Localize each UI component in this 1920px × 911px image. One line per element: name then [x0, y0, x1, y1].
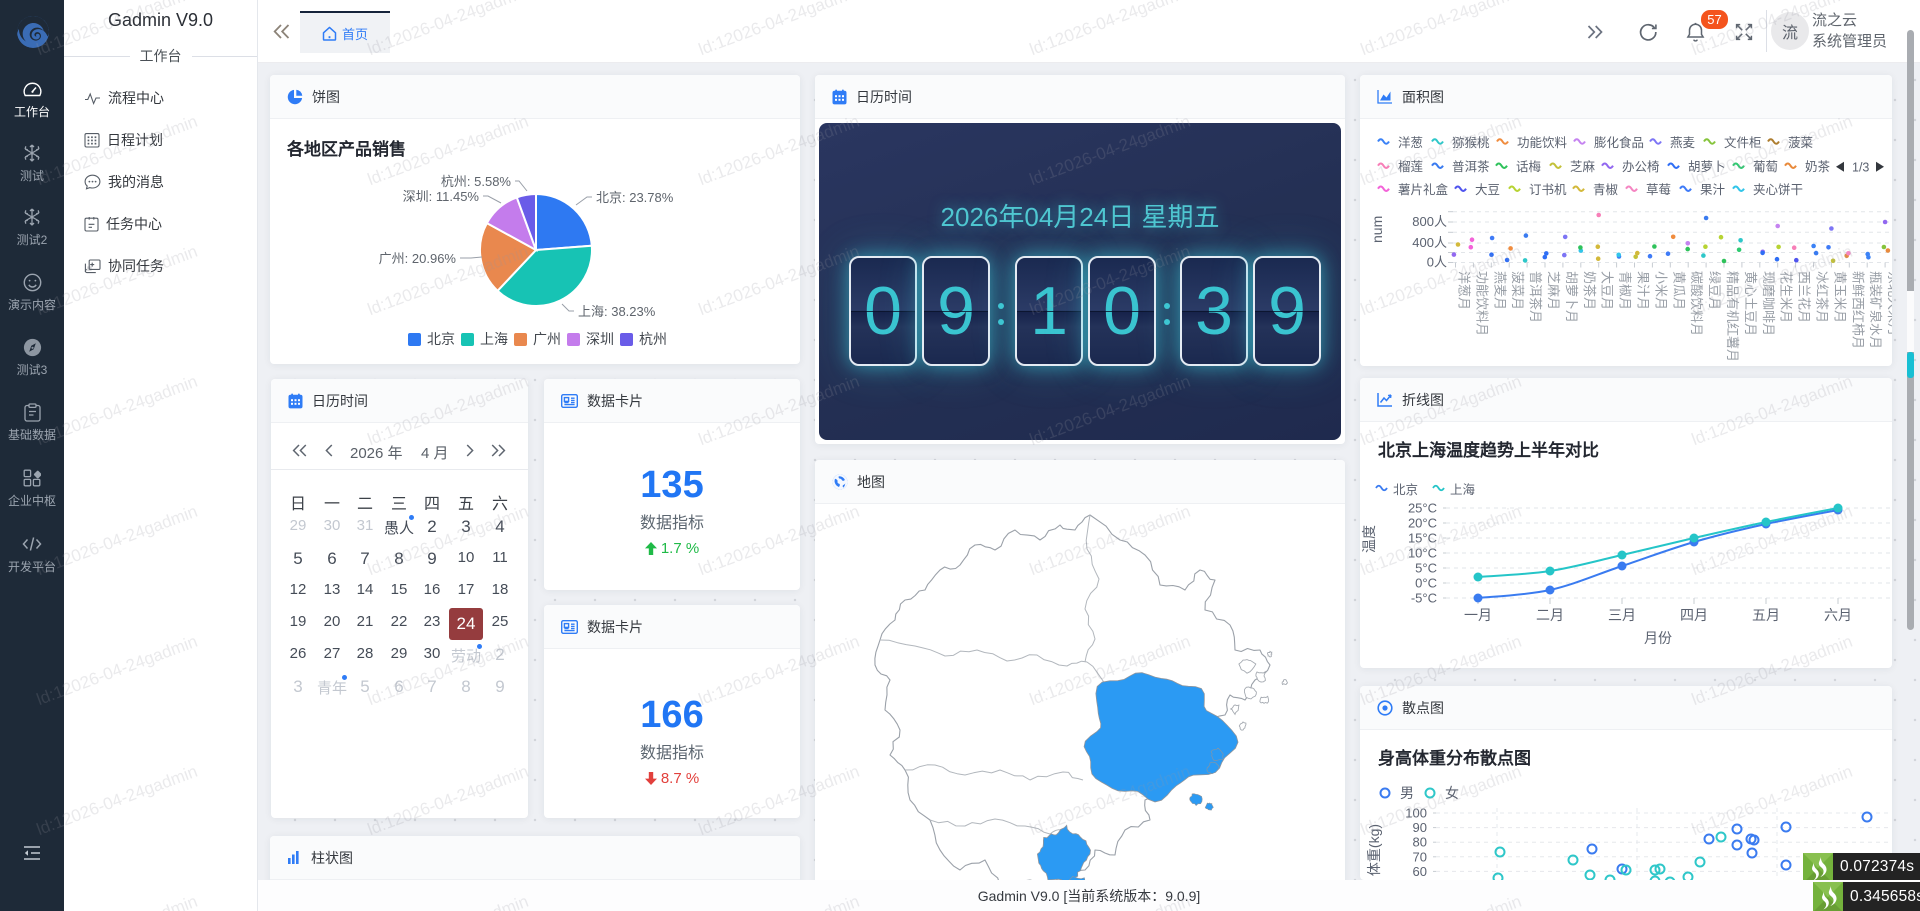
svg-text:25°C: 25°C: [1408, 501, 1437, 516]
svg-text:一月: 一月: [1464, 607, 1492, 623]
svg-text:深圳: 深圳: [586, 331, 614, 347]
svg-text:10°C: 10°C: [1408, 546, 1437, 561]
svg-text:果汁: 果汁: [1700, 183, 1726, 197]
svg-text:菠菜: 菠菜: [1788, 136, 1814, 150]
svg-text:二月: 二月: [1536, 607, 1564, 623]
svg-text:榴莲: 榴莲: [1398, 160, 1424, 174]
svg-text:办公椅: 办公椅: [1622, 159, 1660, 174]
svg-text:小米月: 小米月: [1653, 271, 1668, 310]
svg-text:70: 70: [1413, 849, 1427, 864]
svg-text:男: 男: [1400, 785, 1414, 801]
svg-text:燕麦: 燕麦: [1670, 136, 1696, 150]
svg-text:夹心饼干: 夹心饼干: [1753, 183, 1803, 197]
svg-text:碳酸饮料月: 碳酸饮料月: [1689, 271, 1704, 336]
svg-text:果汁月: 果汁月: [1636, 271, 1651, 310]
svg-text:草莓: 草莓: [1646, 183, 1671, 197]
svg-text:青椒: 青椒: [1593, 183, 1619, 197]
svg-text:菠菜月: 菠菜月: [1510, 271, 1525, 310]
svg-text:黄玉米月: 黄玉米月: [1832, 271, 1847, 323]
svg-text:黄瓜月: 黄瓜月: [1671, 271, 1686, 310]
svg-text:月份: 月份: [1644, 630, 1672, 646]
svg-text:奶茶月: 奶茶月: [1582, 271, 1597, 310]
svg-text:洋葱月: 洋葱月: [1457, 271, 1472, 310]
svg-text:400人: 400人: [1412, 235, 1447, 250]
svg-text:现磨咖啡月: 现磨咖啡月: [1761, 271, 1776, 336]
svg-text:西兰花月: 西兰花月: [1797, 271, 1812, 323]
svg-text:薯片礼盒: 薯片礼盒: [1398, 182, 1449, 197]
svg-text:瓶装矿泉水月: 瓶装矿泉水月: [1868, 271, 1883, 349]
svg-text:北京上海温度趋势上半年对比: 北京上海温度趋势上半年对比: [1378, 440, 1599, 460]
svg-text:芝麻: 芝麻: [1570, 159, 1596, 174]
svg-text:文件柜: 文件柜: [1724, 135, 1762, 150]
svg-text:新鲜西红柿月: 新鲜西红柿月: [1850, 271, 1865, 349]
svg-text:800人: 800人: [1412, 214, 1447, 229]
svg-text:杭州: 杭州: [639, 331, 667, 347]
svg-text:60: 60: [1413, 864, 1427, 879]
svg-text:绿豆月: 绿豆月: [1707, 271, 1722, 310]
svg-text:-5°C: -5°C: [1411, 591, 1437, 606]
svg-text:普洱茶: 普洱茶: [1452, 159, 1490, 174]
svg-text:100: 100: [1405, 806, 1427, 821]
svg-text:东北大米月: 东北大米月: [1886, 271, 1892, 336]
svg-text:15°C: 15°C: [1408, 531, 1437, 546]
svg-text:四月: 四月: [1680, 607, 1708, 623]
svg-text:大豆月: 大豆月: [1600, 271, 1615, 310]
svg-text:广州: 20.96%: 广州: 20.96%: [379, 251, 457, 266]
svg-text:奶茶: 奶茶: [1805, 159, 1831, 174]
svg-text:功能饮料: 功能饮料: [1517, 136, 1568, 150]
svg-text:订书机: 订书机: [1529, 183, 1567, 197]
svg-text:芝麻月: 芝麻月: [1546, 271, 1561, 310]
svg-text:20°C: 20°C: [1408, 516, 1437, 531]
svg-text:话梅: 话梅: [1516, 159, 1541, 174]
svg-text:5°C: 5°C: [1415, 561, 1437, 576]
svg-text:五月: 五月: [1752, 607, 1780, 623]
svg-text:精品有机红薯月: 精品有机红薯月: [1725, 271, 1740, 362]
svg-text:80: 80: [1413, 835, 1427, 850]
svg-text:胡萝卜: 胡萝卜: [1688, 160, 1726, 174]
svg-text:膨化食品: 膨化食品: [1594, 135, 1644, 150]
svg-text:三月: 三月: [1608, 607, 1636, 623]
svg-text:大豆: 大豆: [1475, 183, 1500, 197]
svg-text:胡萝卜月: 胡萝卜月: [1564, 271, 1579, 323]
svg-text:上海: 38.23%: 上海: 38.23%: [578, 304, 656, 319]
svg-text:num: num: [1369, 216, 1385, 243]
svg-text:杭州: 5.58%: 杭州: 5.58%: [441, 174, 512, 189]
svg-text:90: 90: [1413, 820, 1427, 835]
svg-text:深圳: 11.45%: 深圳: 11.45%: [403, 189, 480, 204]
svg-text:温度: 温度: [1361, 525, 1377, 553]
svg-text:功能饮料月: 功能饮料月: [1474, 271, 1489, 336]
svg-text:北京: 23.78%: 北京: 23.78%: [596, 190, 674, 205]
svg-text:猕猴桃: 猕猴桃: [1452, 135, 1490, 150]
svg-text:花生米月: 花生米月: [1779, 271, 1794, 323]
svg-text:0°C: 0°C: [1415, 576, 1437, 591]
svg-text:葡萄: 葡萄: [1753, 160, 1778, 174]
svg-text:燕麦月: 燕麦月: [1492, 271, 1507, 310]
svg-text:洋葱: 洋葱: [1398, 135, 1423, 150]
svg-text:上海: 上海: [1450, 482, 1476, 497]
svg-text:体重(kg): 体重(kg): [1366, 824, 1382, 876]
svg-text:上海: 上海: [480, 331, 508, 347]
svg-text:女: 女: [1445, 785, 1459, 801]
svg-text:北京: 北京: [427, 331, 455, 347]
svg-text:0人: 0人: [1427, 255, 1447, 270]
svg-text:普洱茶月: 普洱茶月: [1528, 271, 1543, 323]
svg-text:六月: 六月: [1824, 607, 1852, 623]
svg-text:黄心土豆月: 黄心土豆月: [1743, 271, 1758, 336]
svg-text:冰红茶月: 冰红茶月: [1815, 271, 1830, 323]
svg-text:1/3: 1/3: [1852, 161, 1869, 175]
svg-text:青椒月: 青椒月: [1618, 271, 1633, 310]
svg-text:广州: 广州: [533, 331, 561, 347]
svg-text:北京: 北京: [1393, 483, 1418, 497]
svg-text:身高体重分布散点图: 身高体重分布散点图: [1378, 748, 1531, 768]
